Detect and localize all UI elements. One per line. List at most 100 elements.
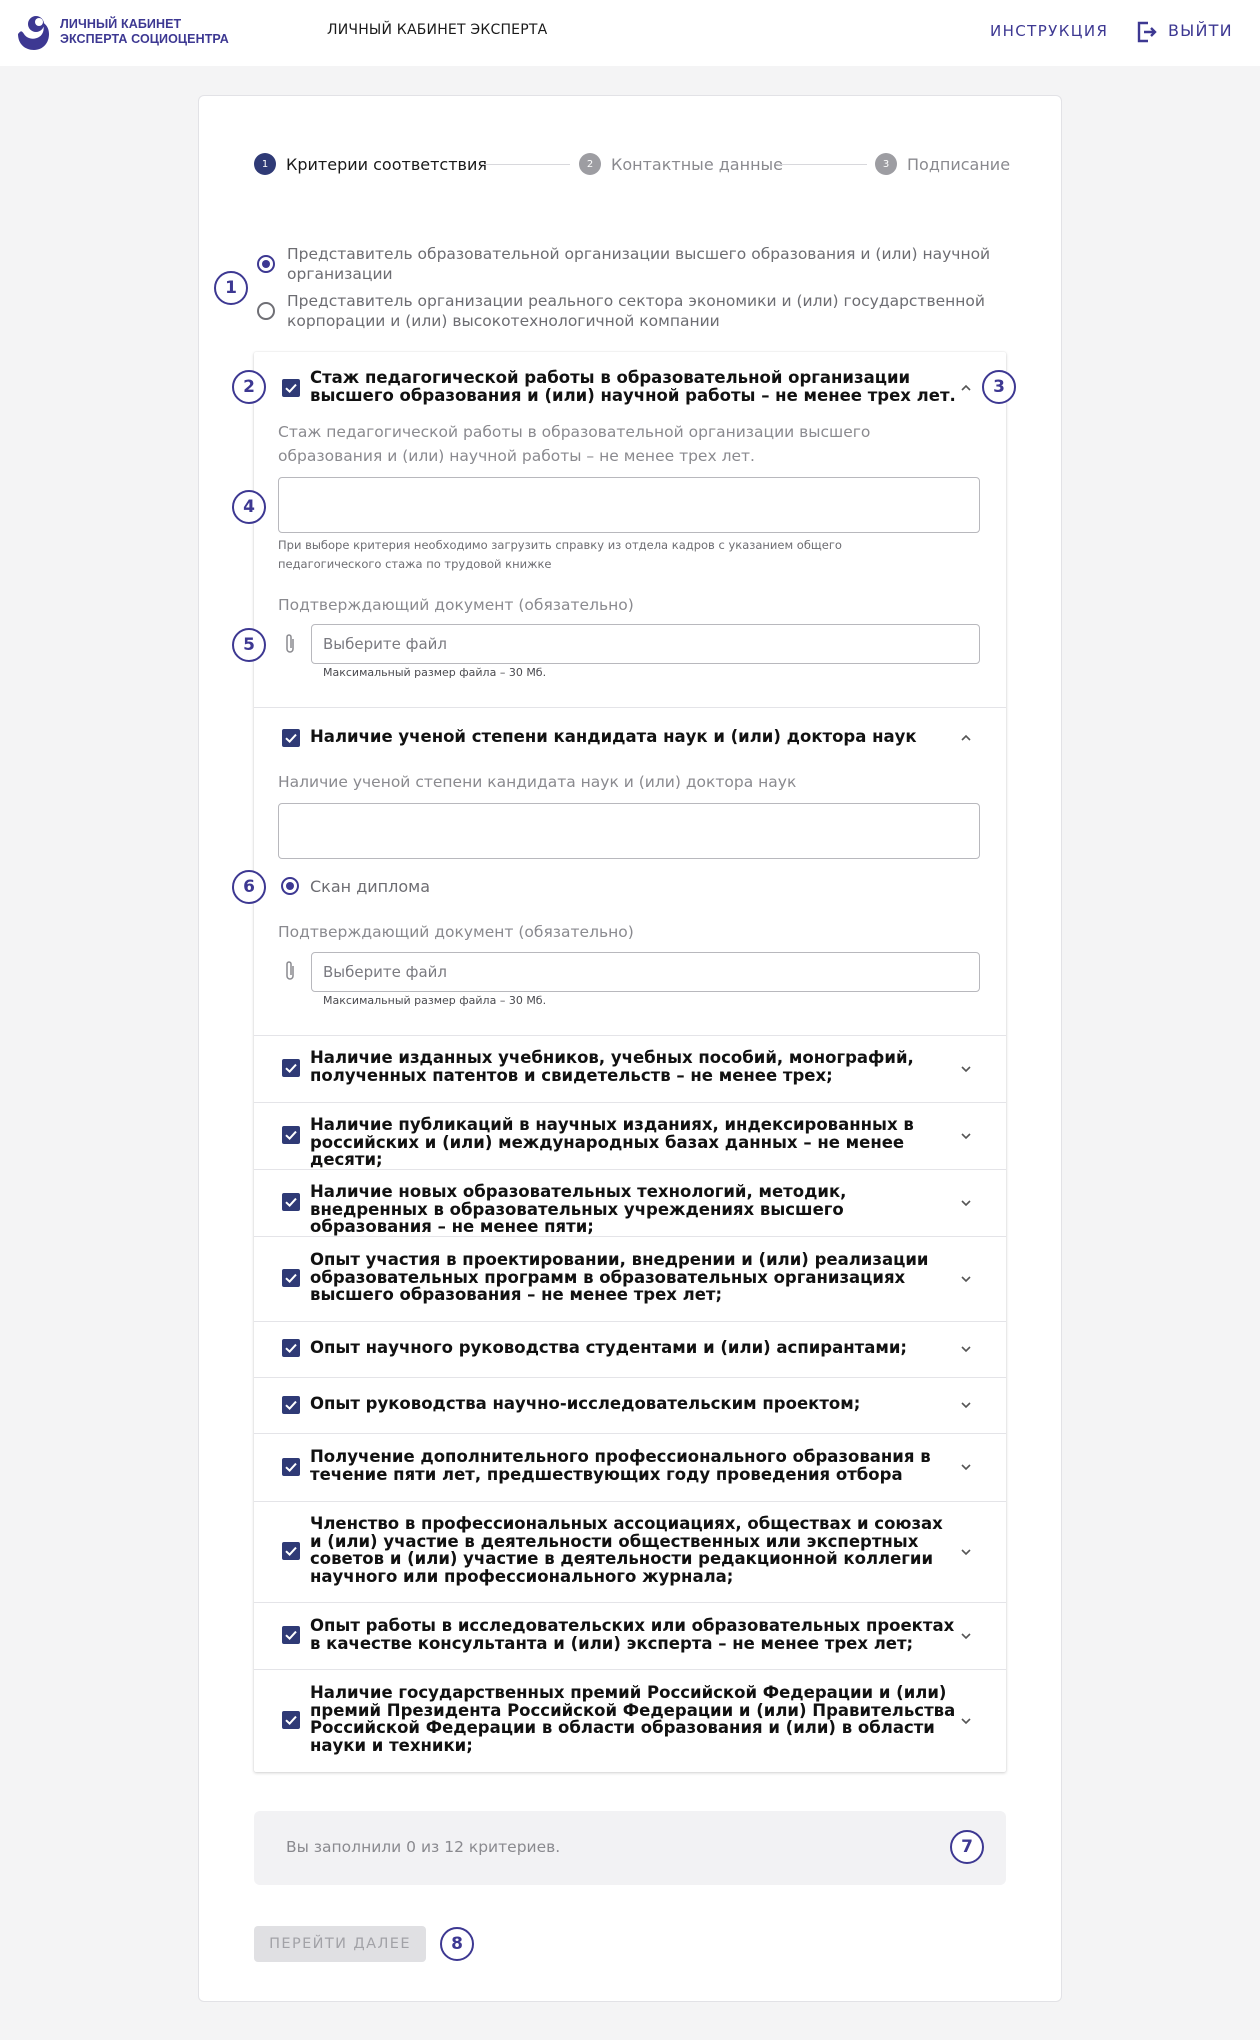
step-label: Подписание xyxy=(907,154,1011,174)
criterion-checkbox[interactable] xyxy=(282,1339,300,1357)
step-label: Контактные данные xyxy=(611,154,784,174)
scan-diploma-radio[interactable] xyxy=(281,877,299,895)
criterion-title[interactable]: Опыт руководства научно-исследовательски… xyxy=(310,1395,960,1413)
criterion-title[interactable]: Наличие государственных премий Российско… xyxy=(310,1684,960,1754)
criterion-checkbox[interactable] xyxy=(282,1059,300,1077)
criterion-title[interactable]: Получение дополнительного профессиональн… xyxy=(310,1448,960,1483)
criterion-checkbox[interactable] xyxy=(282,1269,300,1287)
chevron-down-icon[interactable] xyxy=(959,1062,973,1076)
document-label: Подтверждающий документ (обязательно) xyxy=(278,923,634,941)
logout-icon[interactable] xyxy=(1136,20,1158,44)
criterion-hint: При выборе критерия необходимо загрузить… xyxy=(278,538,842,571)
criterion-title[interactable]: Наличие новых образовательных технологий… xyxy=(310,1183,960,1236)
divider xyxy=(254,1321,1006,1322)
step-number: 3 xyxy=(875,153,897,175)
logo-line-2: ЭКСПЕРТА СОЦИОЦЕНТРА xyxy=(60,32,229,46)
role-option-label: Представитель образовательной организаци… xyxy=(287,245,991,283)
chevron-down-icon[interactable] xyxy=(959,1398,973,1412)
chevron-down-icon[interactable] xyxy=(959,1342,973,1356)
check-icon xyxy=(285,383,297,394)
criterion-title[interactable]: Наличие ученой степени кандидата наук и … xyxy=(310,728,960,746)
chevron-down-icon[interactable] xyxy=(959,1196,973,1210)
criterion-title[interactable]: Членство в профессиональных ассоциациях,… xyxy=(310,1515,960,1585)
criterion-title[interactable]: Опыт работы в исследовательских или обра… xyxy=(310,1617,960,1652)
step-label: Критерии соответствия xyxy=(286,154,487,174)
criterion-description: Наличие ученой степени кандидата наук и … xyxy=(278,773,797,791)
chevron-down-icon[interactable] xyxy=(959,1129,973,1143)
check-icon xyxy=(285,1462,297,1473)
step-contacts: 2 Контактные данные xyxy=(579,153,783,175)
divider xyxy=(254,707,1006,708)
role-radio-university[interactable] xyxy=(257,255,275,273)
check-icon xyxy=(285,1715,297,1726)
criterion-description: Стаж педагогической работы в образовател… xyxy=(278,423,871,465)
divider xyxy=(254,1377,1006,1378)
check-icon xyxy=(285,1063,297,1074)
divider xyxy=(254,1669,1006,1670)
chevron-down-icon[interactable] xyxy=(959,1545,973,1559)
step-signing: 3 Подписание xyxy=(875,153,1010,175)
criterion-title[interactable]: Стаж педагогической работы в образовател… xyxy=(310,369,960,404)
annotation-badge: 4 xyxy=(232,490,266,524)
step-connector xyxy=(778,164,867,165)
criterion-title[interactable]: Наличие изданных учебников, учебных посо… xyxy=(310,1049,960,1084)
step-connector xyxy=(482,164,570,165)
check-icon xyxy=(285,1130,297,1141)
criterion-checkbox[interactable] xyxy=(282,379,300,397)
criterion-title[interactable]: Опыт научного руководства студентами и (… xyxy=(310,1339,960,1357)
role-radio-industry[interactable] xyxy=(257,302,275,320)
criterion-checkbox[interactable] xyxy=(282,1458,300,1476)
criterion-checkbox[interactable] xyxy=(282,729,300,747)
divider xyxy=(254,1102,1006,1103)
check-icon xyxy=(285,1273,297,1284)
criterion-checkbox[interactable] xyxy=(282,1396,300,1414)
divider xyxy=(254,1035,1006,1036)
criterion-checkbox[interactable] xyxy=(282,1193,300,1211)
step-number: 2 xyxy=(579,153,601,175)
annotation-badge: 6 xyxy=(232,870,266,904)
check-icon xyxy=(285,1630,297,1641)
annotation-badge: 3 xyxy=(982,370,1016,404)
criterion-title[interactable]: Опыт участия в проектировании, внедрении… xyxy=(310,1251,960,1304)
criterion-title[interactable]: Наличие публикаций в научных изданиях, и… xyxy=(310,1116,960,1169)
check-icon xyxy=(285,733,297,744)
chevron-down-icon[interactable] xyxy=(959,1714,973,1728)
criterion-checkbox[interactable] xyxy=(282,1126,300,1144)
max-file-size: Максимальный размер файла – 30 Мб. xyxy=(323,994,547,1007)
file-input-1[interactable] xyxy=(311,624,980,664)
top-header: ЛИЧНЫЙ КАБИНЕТ ЭКСПЕРТА СОЦИОЦЕНТРА ЛИЧН… xyxy=(0,0,1260,66)
next-button[interactable]: ПЕРЕЙТИ ДАЛЕЕ xyxy=(254,1926,426,1962)
paperclip-icon[interactable] xyxy=(283,632,297,656)
criterion-checkbox[interactable] xyxy=(282,1711,300,1729)
logo-icon xyxy=(18,16,49,50)
chevron-down-icon[interactable] xyxy=(959,1272,973,1286)
chevron-down-icon[interactable] xyxy=(959,1460,973,1474)
max-file-size: Максимальный размер файла – 30 Мб. xyxy=(323,666,547,679)
paperclip-icon[interactable] xyxy=(283,959,297,983)
logout-link[interactable]: ВЫЙТИ xyxy=(1168,21,1233,40)
divider xyxy=(254,1236,1006,1237)
annotation-badge: 7 xyxy=(950,1830,984,1864)
divider xyxy=(254,1433,1006,1434)
chevron-up-icon[interactable] xyxy=(959,381,973,395)
file-input-2[interactable] xyxy=(311,952,980,992)
check-icon xyxy=(285,1343,297,1354)
annotation-badge: 1 xyxy=(214,271,248,305)
divider xyxy=(254,1602,1006,1603)
criterion-1-text-field[interactable] xyxy=(278,477,980,533)
criterion-checkbox[interactable] xyxy=(282,1542,300,1560)
annotation-badge: 5 xyxy=(232,628,266,662)
chevron-down-icon[interactable] xyxy=(959,1629,973,1643)
step-criteria: 1 Критерии соответствия xyxy=(254,153,487,175)
annotation-badge: 2 xyxy=(232,370,266,404)
check-icon xyxy=(285,1197,297,1208)
annotation-badge: 8 xyxy=(440,1927,474,1961)
check-icon xyxy=(285,1400,297,1411)
criterion-checkbox[interactable] xyxy=(282,1626,300,1644)
role-option-label: Представитель организации реального сект… xyxy=(287,292,985,330)
criteria-summary: Вы заполнили 0 из 12 критериев. xyxy=(254,1811,1006,1885)
chevron-up-icon[interactable] xyxy=(959,731,973,745)
step-number: 1 xyxy=(254,153,276,175)
instructions-link[interactable]: ИНСТРУКЦИЯ xyxy=(990,22,1108,40)
criterion-2-text-field[interactable] xyxy=(278,803,980,859)
